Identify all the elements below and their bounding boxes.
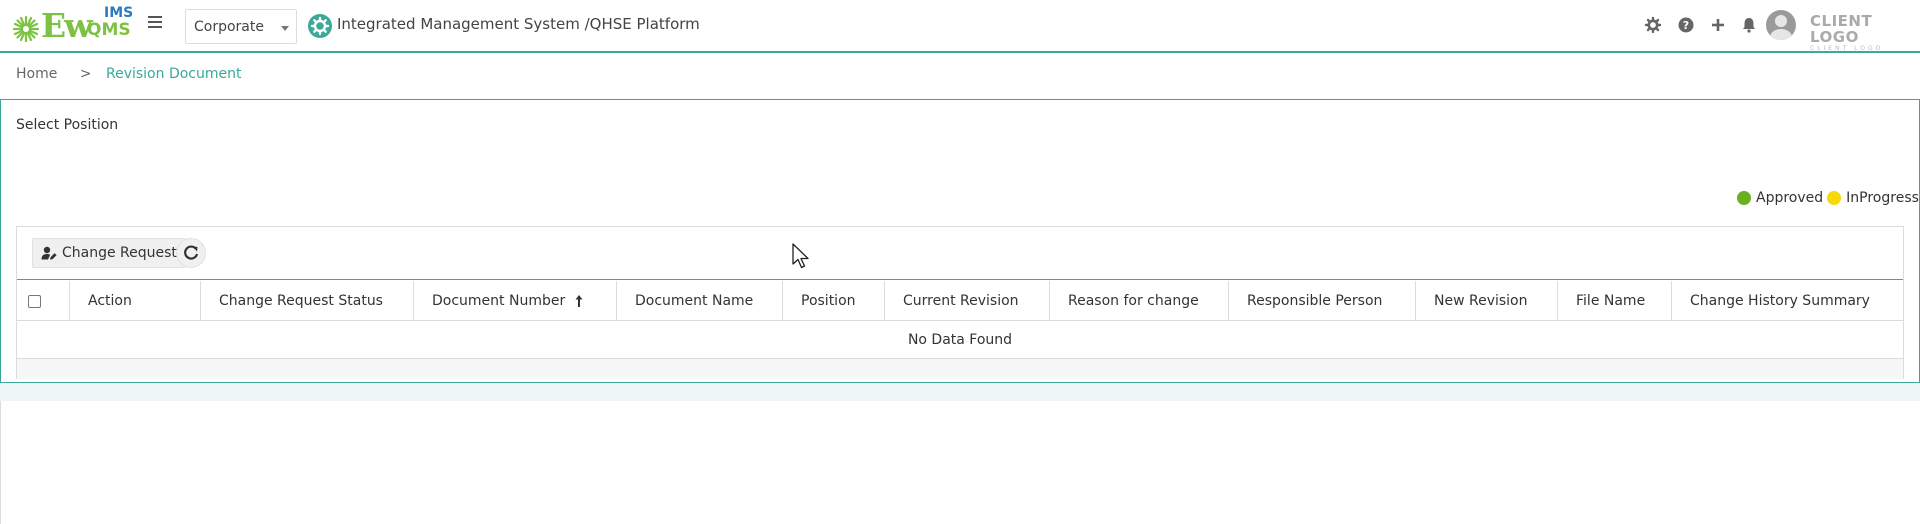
legend-item-approved: Approved: [1737, 190, 1823, 206]
column-header-label: Change History Summary: [1690, 293, 1870, 309]
revision-document-grid: Change Request Action Change Request Sta…: [16, 226, 1904, 379]
column-header-change-history-summary[interactable]: Change History Summary: [1672, 281, 1903, 321]
svg-text:?: ?: [1683, 19, 1689, 32]
top-navbar: Ew IMS QMS Corporate Integrated Manageme…: [0, 0, 1920, 53]
column-header-label: Document Name: [635, 293, 754, 309]
client-logo-text: CLIENT LOGO: [1810, 12, 1873, 46]
mouse-cursor-icon: [792, 243, 809, 269]
approved-dot-icon: [1737, 191, 1751, 205]
column-header-new-revision[interactable]: New Revision: [1416, 281, 1558, 321]
column-header-document-name[interactable]: Document Name: [617, 281, 783, 321]
panel-footer-strip: [0, 383, 1920, 401]
column-header-file-name[interactable]: File Name: [1558, 281, 1672, 321]
column-header-change-request-status[interactable]: Change Request Status: [201, 281, 414, 321]
breadcrumb-current: Revision Document: [105, 66, 242, 82]
breadcrumb-home-link[interactable]: Home: [16, 66, 57, 82]
logo-qms-text: QMS: [87, 20, 131, 40]
client-logo-subtext: CLIENT LOGO: [1810, 45, 1884, 52]
page-left-border: [0, 401, 1, 524]
bell-icon[interactable]: [1740, 16, 1758, 34]
column-header-responsible-person[interactable]: Responsible Person: [1229, 281, 1416, 321]
plus-icon[interactable]: [1709, 16, 1727, 34]
legend-label: Approved: [1756, 190, 1824, 206]
change-request-button[interactable]: Change Request: [32, 238, 186, 268]
column-header-label: Change Request Status: [219, 293, 383, 309]
chevron-down-icon: [281, 26, 289, 31]
platform-title: Integrated Management System /QHSE Platf…: [337, 15, 700, 33]
user-edit-icon: [41, 246, 57, 260]
select-all-checkbox-cell: [17, 281, 70, 321]
select-all-checkbox[interactable]: [28, 294, 41, 308]
company-select[interactable]: Corporate: [185, 9, 297, 44]
company-select-value: Corporate: [194, 19, 264, 35]
column-header-label: Responsible Person: [1247, 293, 1383, 309]
column-header-current-revision[interactable]: Current Revision: [885, 281, 1050, 321]
settings-badge-icon: [308, 14, 332, 38]
refresh-icon: [184, 245, 199, 260]
app-logo[interactable]: Ew IMS QMS: [12, 5, 134, 45]
column-header-reason-for-change[interactable]: Reason for change: [1050, 281, 1229, 321]
breadcrumb-separator: >: [79, 66, 92, 82]
table-header-row: Action Change Request Status Document Nu…: [17, 281, 1903, 321]
gear-icon[interactable]: [1644, 16, 1662, 34]
breadcrumb: Home > Revision Document: [16, 66, 241, 82]
logo-ims-text: IMS: [104, 5, 134, 21]
grid-footer: [17, 359, 1903, 379]
sunburst-logo-icon: [12, 15, 40, 43]
inprogress-dot-icon: [1827, 191, 1842, 205]
column-header-label: Reason for change: [1068, 293, 1199, 309]
column-header-document-number[interactable]: Document Number: [414, 281, 617, 321]
grid-toolbar: Change Request: [17, 227, 1903, 280]
column-header-label: File Name: [1576, 293, 1646, 309]
empty-table-message: No Data Found: [17, 321, 1903, 359]
refresh-button[interactable]: [176, 238, 206, 268]
legend-item-inprogress: InProgress: [1827, 190, 1919, 206]
hamburger-menu-icon[interactable]: [148, 16, 162, 30]
sort-ascending-icon: [575, 295, 583, 307]
help-icon[interactable]: ?: [1677, 16, 1695, 34]
column-header-label: Document Number: [432, 293, 566, 309]
column-header-label: Action: [88, 293, 132, 309]
column-header-position[interactable]: Position: [783, 281, 885, 321]
user-avatar[interactable]: [1766, 10, 1796, 40]
column-header-label: New Revision: [1434, 293, 1528, 309]
logo-ew-text: Ew: [41, 6, 93, 45]
column-header-action[interactable]: Action: [70, 281, 201, 321]
column-header-label: Position: [801, 293, 856, 309]
column-header-label: Current Revision: [903, 293, 1019, 309]
client-logo: CLIENT LOGO CLIENT LOGO: [1810, 13, 1910, 52]
select-position-label[interactable]: Select Position: [16, 117, 118, 133]
legend-label: InProgress: [1846, 190, 1919, 206]
change-request-label: Change Request: [62, 245, 177, 261]
status-legend: Approved InProgress: [1737, 190, 1920, 206]
